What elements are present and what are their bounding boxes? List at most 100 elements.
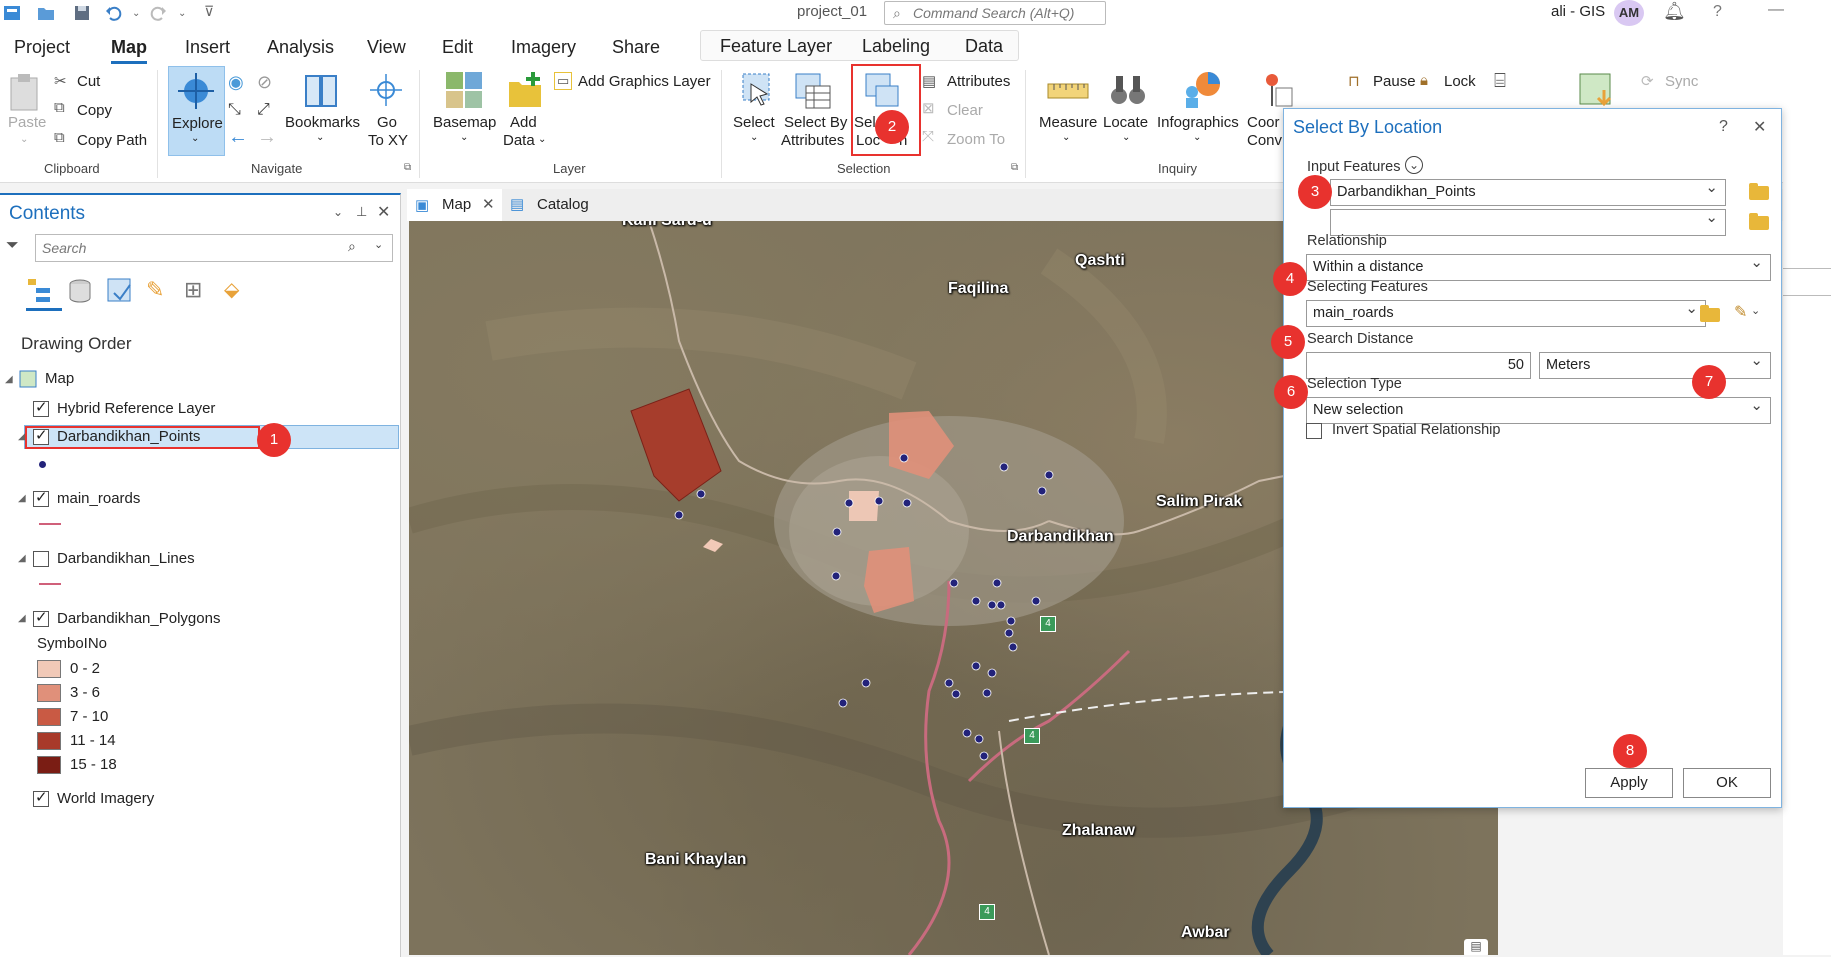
- save-icon[interactable]: [72, 3, 92, 23]
- list-by-snapping-icon[interactable]: ⊞: [184, 277, 202, 303]
- basemap-button[interactable]: Basemap: [433, 114, 496, 131]
- add-graphics-layer-button[interactable]: Add Graphics Layer: [578, 73, 711, 90]
- pane-options-chevron-icon[interactable]: ⌄: [333, 205, 343, 219]
- app-home-icon[interactable]: [2, 3, 22, 23]
- customize-toolbar-icon[interactable]: ⊽: [204, 3, 224, 23]
- redo-icon[interactable]: [148, 3, 168, 23]
- tab-share[interactable]: Share: [612, 37, 660, 58]
- ok-button[interactable]: OK: [1683, 768, 1771, 798]
- close-map-tab-icon[interactable]: ✕: [482, 195, 495, 213]
- full-extent-icon[interactable]: ◉: [228, 72, 244, 93]
- go-to-xy-button-line1[interactable]: Go: [377, 114, 397, 131]
- roads-visibility-checkbox[interactable]: [33, 488, 49, 507]
- list-by-drawing-order-icon[interactable]: [26, 277, 54, 309]
- tab-view[interactable]: View: [367, 37, 406, 58]
- lines-collapse-icon[interactable]: ◢: [18, 553, 26, 564]
- browse-input-features-folder-icon[interactable]: [1749, 183, 1769, 200]
- world-imagery-visibility-checkbox[interactable]: [33, 788, 49, 807]
- infographics-button[interactable]: Infographics: [1157, 114, 1239, 131]
- measure-dropdown-icon[interactable]: ⌄: [1062, 132, 1070, 143]
- avatar[interactable]: AM: [1614, 0, 1644, 26]
- tab-insert[interactable]: Insert: [185, 37, 230, 58]
- polygons-collapse-icon[interactable]: ◢: [18, 613, 26, 624]
- basemap-dropdown-icon[interactable]: ⌄: [460, 132, 468, 143]
- tab-project[interactable]: Project: [14, 37, 70, 58]
- zoom-out-fixed-icon[interactable]: ⤢: [257, 101, 270, 119]
- add-data-button-line2[interactable]: Data: [503, 132, 535, 149]
- list-by-selection-icon[interactable]: [106, 277, 134, 309]
- navigate-options-icon[interactable]: ⧉: [404, 162, 411, 173]
- copy-path-button[interactable]: Copy Path: [77, 132, 147, 149]
- close-pane-icon[interactable]: ✕: [377, 202, 390, 222]
- next-extent-icon[interactable]: →: [257, 126, 277, 149]
- tab-imagery[interactable]: Imagery: [511, 37, 576, 58]
- hybrid-visibility-checkbox[interactable]: [33, 398, 49, 417]
- roads-collapse-icon[interactable]: ◢: [18, 493, 26, 504]
- pin-pane-icon[interactable]: ⊥: [356, 204, 367, 220]
- locate-button[interactable]: Locate: [1103, 114, 1148, 131]
- tab-feature-layer[interactable]: Feature Layer: [720, 36, 832, 57]
- search-distance-input[interactable]: 50: [1306, 352, 1531, 379]
- minimize-icon[interactable]: —: [1768, 1, 1784, 19]
- selection-options-icon[interactable]: ⧉: [1011, 162, 1018, 173]
- clear-selection-button[interactable]: Clear: [947, 102, 983, 119]
- selecting-features-dropdown[interactable]: main_roards: [1306, 299, 1706, 327]
- polygons-visibility-checkbox[interactable]: [33, 608, 49, 627]
- sketch-dropdown-chevron-icon[interactable]: ⌄: [1751, 304, 1760, 317]
- browse-input-features-2-folder-icon[interactable]: [1749, 213, 1769, 230]
- select-dropdown-icon[interactable]: ⌄: [750, 132, 758, 143]
- dialog-close-icon[interactable]: ✕: [1753, 117, 1766, 137]
- open-project-icon[interactable]: [36, 3, 56, 23]
- select-button[interactable]: Select: [733, 114, 775, 131]
- right-pane-field[interactable]: [1783, 268, 1831, 296]
- select-by-attributes-button-line1[interactable]: Select By: [784, 114, 847, 131]
- cut-button[interactable]: Cut: [77, 73, 100, 90]
- input-features-dropdown-2[interactable]: [1330, 208, 1726, 236]
- toc-layer-darbandikhan-lines[interactable]: Darbandikhan_Lines: [57, 550, 195, 567]
- toc-layer-hybrid-reference[interactable]: Hybrid Reference Layer: [57, 400, 215, 417]
- copy-button[interactable]: Copy: [77, 102, 112, 119]
- sketch-pencil-icon[interactable]: ✎: [1734, 302, 1747, 322]
- bookmarks-dropdown-icon[interactable]: ⌄: [316, 132, 324, 143]
- attributes-button[interactable]: Attributes: [947, 73, 1010, 90]
- list-by-source-icon[interactable]: [66, 277, 94, 309]
- contents-search-input[interactable]: Search ⌕ ⌄: [35, 234, 393, 262]
- tab-analysis[interactable]: Analysis: [267, 37, 334, 58]
- zoom-in-fixed-icon[interactable]: ⤡: [228, 101, 241, 119]
- apply-button[interactable]: Apply: [1585, 768, 1673, 798]
- dialog-help-icon[interactable]: ?: [1719, 118, 1728, 136]
- relationship-dropdown[interactable]: Within a distance: [1306, 253, 1771, 281]
- user-org-label[interactable]: ali - GIS: [1551, 3, 1605, 20]
- infographics-dropdown-icon[interactable]: ⌄: [1193, 132, 1201, 143]
- list-by-editing-pencil-icon[interactable]: ✎: [146, 277, 164, 303]
- filter-icon[interactable]: ⏷: [6, 237, 19, 255]
- search-options-chevron-icon[interactable]: ⌄: [374, 238, 383, 251]
- notifications-bell-icon[interactable]: 🔔︎: [1663, 1, 1686, 22]
- coordinate-conversion-button-line2[interactable]: Conv: [1247, 132, 1282, 149]
- tab-catalog[interactable]: Catalog: [537, 196, 589, 213]
- tab-edit[interactable]: Edit: [442, 37, 473, 58]
- lock-labels-button[interactable]: Lock: [1444, 73, 1476, 90]
- search-distance-unit-dropdown[interactable]: Meters: [1539, 351, 1771, 379]
- input-features-dropdown[interactable]: Darbandikhan_Points: [1330, 178, 1726, 206]
- explore-button[interactable]: Explore ⌄: [168, 66, 225, 156]
- invert-spatial-relationship-checkbox[interactable]: [1306, 423, 1322, 439]
- paste-dropdown-icon[interactable]: ⌄: [20, 134, 28, 145]
- redo-dropdown-icon[interactable]: ⌄: [178, 8, 198, 28]
- map-collapse-icon[interactable]: ◢: [5, 374, 13, 385]
- toc-layer-world-imagery[interactable]: World Imagery: [57, 790, 154, 807]
- tab-data[interactable]: Data: [965, 36, 1003, 57]
- coordinate-conversion-button-line1[interactable]: Coor: [1247, 114, 1280, 131]
- fixed-zoom-icon[interactable]: ⊘: [257, 72, 272, 93]
- help-icon[interactable]: ?: [1713, 3, 1722, 21]
- tab-map[interactable]: Map: [111, 37, 147, 64]
- expand-input-features-chevron-icon[interactable]: ⌄: [1405, 156, 1423, 174]
- previous-extent-icon[interactable]: ←: [228, 126, 248, 149]
- lines-visibility-checkbox[interactable]: [33, 551, 49, 567]
- zoom-to-selection-button[interactable]: Zoom To: [947, 131, 1005, 148]
- paste-button[interactable]: Paste: [8, 114, 46, 131]
- undo-icon[interactable]: [104, 3, 124, 23]
- locate-dropdown-icon[interactable]: ⌄: [1122, 132, 1130, 143]
- command-search-input[interactable]: ⌕ Command Search (Alt+Q): [884, 1, 1106, 25]
- browse-selecting-features-folder-icon[interactable]: [1700, 305, 1720, 322]
